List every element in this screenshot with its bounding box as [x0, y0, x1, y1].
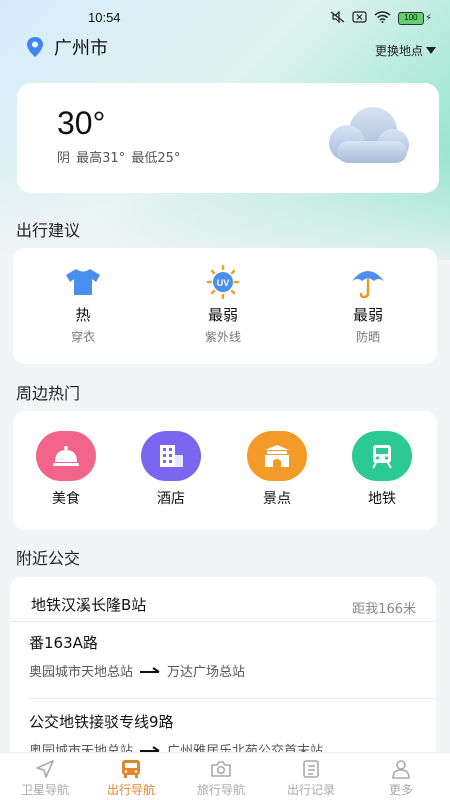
nav-label: 更多: [388, 783, 413, 797]
bottom-nav: 卫星导航 出行导航 旅行导航 出行记录 更多: [0, 752, 450, 800]
advice-item-uv[interactable]: UV 最弱 紫外线: [178, 265, 268, 345]
route-stops: 奥园城市天地总站 万达广场总站: [29, 661, 245, 680]
advice-title: 出行建议: [16, 221, 81, 240]
nav-label: 出行导航: [106, 783, 155, 797]
station-name[interactable]: 地铁汉溪长隆B站: [31, 594, 146, 615]
food-cloche-icon: [36, 431, 96, 481]
umbrella-icon: [352, 271, 384, 299]
nav-item-satellite[interactable]: 卫星导航: [0, 759, 90, 798]
route-name[interactable]: 公交地铁接驳专线9路: [29, 711, 174, 732]
weather-high: 最高31°: [76, 151, 126, 166]
gate-icon: [247, 431, 307, 481]
weather-low: 最低25°: [131, 151, 181, 166]
hot-item-subway[interactable]: 地铁: [342, 431, 422, 508]
weather-description: 阴 最高31° 最低25°: [57, 147, 180, 166]
shirt-icon: [66, 269, 100, 295]
uv-icon-text: UV: [217, 278, 230, 288]
hot-title: 周边热门: [16, 384, 81, 403]
bus-title: 附近公交: [16, 549, 81, 568]
status-icons: 100 ⚡: [330, 10, 432, 26]
advice-value: 热: [75, 306, 91, 324]
advice-label: 穿衣: [70, 330, 95, 344]
person-icon: [392, 760, 410, 779]
nav-item-records[interactable]: 出行记录: [266, 759, 356, 798]
status-time: 10:54: [88, 10, 121, 25]
advice-card: 热 穿衣 UV 最弱 紫外线 最弱 防晒: [13, 248, 437, 364]
bus-icon: [122, 760, 140, 778]
weather-card[interactable]: 30° 阴 最高31° 最低25°: [17, 83, 439, 193]
nav-label: 卫星导航: [20, 783, 69, 797]
app-screen: 10:54 100 ⚡ 广州市 更换地点 30° 阴 最高31° 最低25° 出…: [0, 0, 450, 800]
city-name: 广州市: [54, 38, 108, 59]
uv-icon: UV: [206, 265, 240, 299]
change-location-button[interactable]: 更换地点: [375, 42, 436, 59]
hotel-icon: [141, 431, 201, 481]
advice-value: 最弱: [207, 306, 238, 324]
hot-label: 地铁: [368, 491, 396, 507]
hot-card: 美食 酒店 景点 地铁: [13, 411, 437, 530]
change-location-label: 更换地点: [374, 44, 423, 58]
advice-label: 紫外线: [204, 330, 241, 344]
mute-icon: [330, 10, 345, 26]
hot-item-hotel[interactable]: 酒店: [131, 431, 211, 508]
hot-label: 美食: [52, 491, 80, 507]
dropdown-triangle-icon: [426, 47, 436, 54]
weather-condition: 阴: [57, 151, 71, 166]
camera-icon: [211, 761, 231, 777]
notes-icon: [303, 760, 319, 778]
location-pin-icon: [27, 37, 43, 57]
status-bar: 10:54 100 ⚡: [0, 0, 450, 34]
subway-icon: [352, 431, 412, 481]
cloud-icon: [329, 107, 409, 163]
hot-item-scenic[interactable]: 景点: [237, 431, 317, 508]
divider: [29, 698, 436, 699]
nav-item-trip[interactable]: 旅行导航: [176, 759, 266, 798]
divider: [10, 621, 436, 622]
station-distance: 距我166米: [352, 602, 416, 617]
battery-level: 100: [397, 12, 424, 25]
hot-label: 酒店: [157, 491, 185, 507]
route-to: 万达广场总站: [167, 665, 246, 680]
location: 广州市: [24, 34, 108, 60]
advice-label: 防晒: [355, 330, 380, 344]
arrow-right-icon: [140, 666, 160, 673]
wifi-icon: [374, 11, 391, 26]
route-name[interactable]: 番163A路: [29, 632, 98, 653]
nav-item-more[interactable]: 更多: [356, 759, 446, 798]
battery-icon: 100 ⚡: [397, 12, 432, 25]
nav-item-travel[interactable]: 出行导航: [86, 759, 176, 798]
hot-item-food[interactable]: 美食: [26, 431, 106, 508]
route-from: 奥园城市天地总站: [29, 665, 134, 680]
hot-label: 景点: [263, 491, 291, 507]
sim-off-icon: [352, 11, 367, 26]
advice-item-sunscreen[interactable]: 最弱 防晒: [323, 266, 413, 345]
advice-item-clothing[interactable]: 热 穿衣: [38, 266, 128, 345]
navigation-arrow-icon: [36, 760, 54, 778]
bus-card: 地铁汉溪长隆B站 距我166米 番163A路 奥园城市天地总站 万达广场总站 公…: [10, 577, 436, 777]
advice-value: 最弱: [352, 306, 383, 324]
temperature: 30°: [57, 105, 106, 141]
nav-label: 旅行导航: [196, 783, 245, 797]
charging-icon: ⚡: [424, 13, 432, 24]
nav-label: 出行记录: [286, 783, 335, 797]
